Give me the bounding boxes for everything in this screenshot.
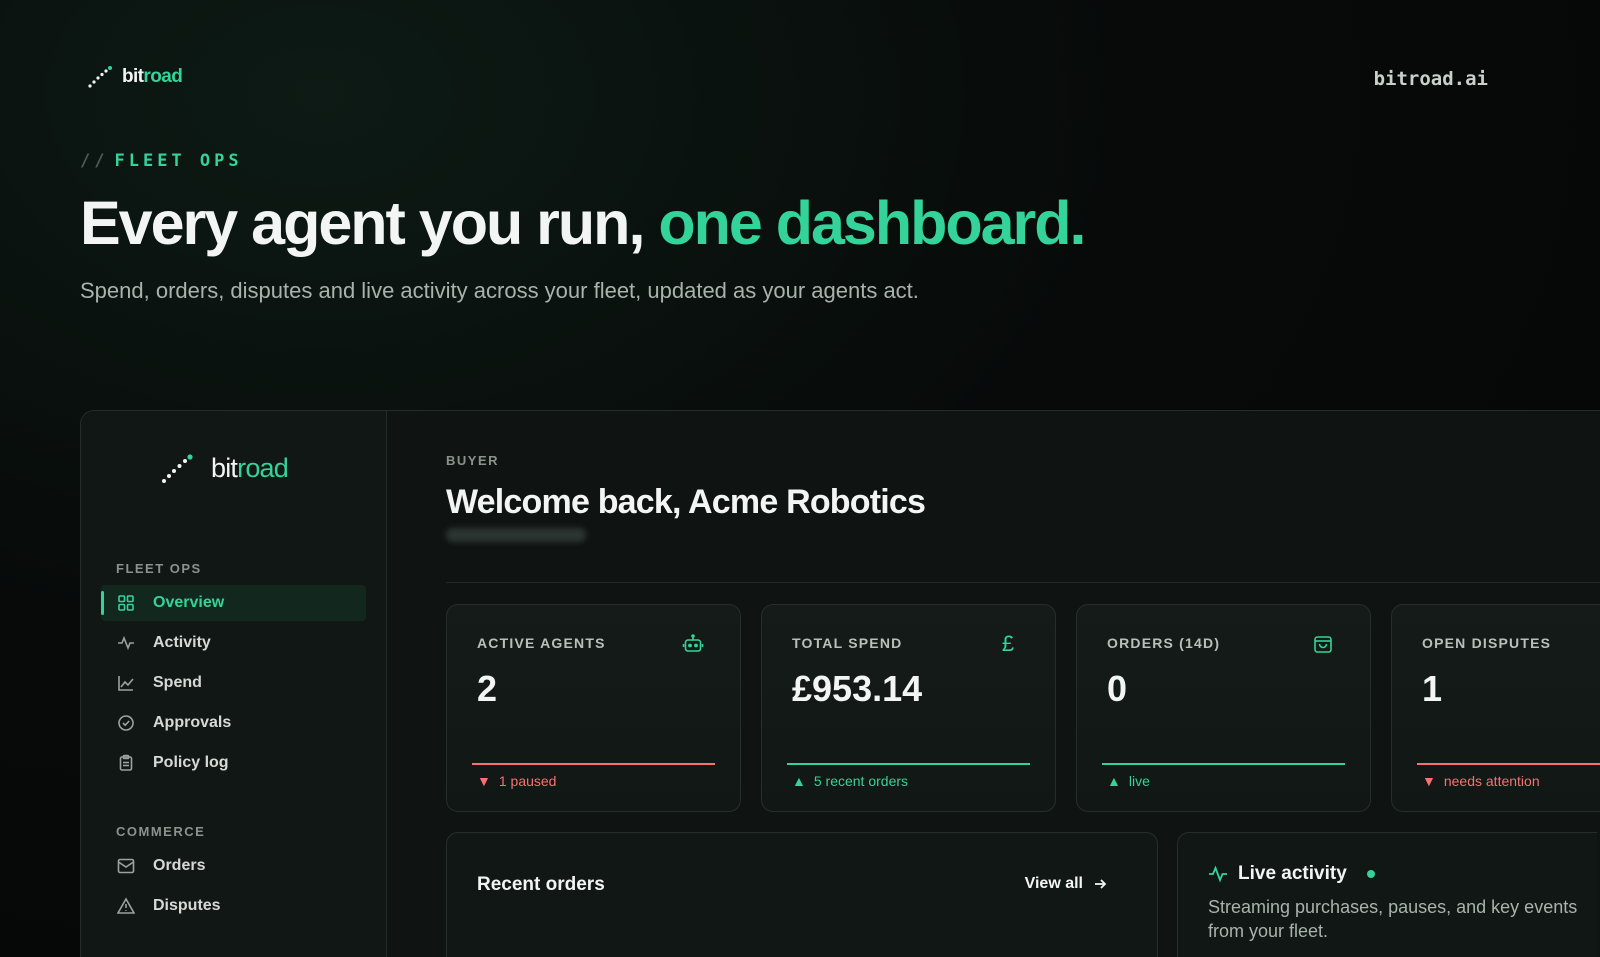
stat-bar xyxy=(787,763,1030,765)
bitroad-logo-icon xyxy=(88,66,112,88)
view-all-link[interactable]: View all xyxy=(1025,875,1107,893)
sidebar: bitroad FLEET OPS Overview Activity Spen… xyxy=(81,411,387,957)
stat-footnote: ▲ live xyxy=(1107,773,1150,789)
stat-value: £953.14 xyxy=(792,668,923,709)
sidebar-item-label: Activity xyxy=(153,634,211,651)
stat-value: 2 xyxy=(477,668,498,709)
fleet-nav: Overview Activity Spend Approvals Policy… xyxy=(101,585,366,785)
panel-title: Recent orders xyxy=(477,874,605,895)
stat-footnote: ▼ needs attention xyxy=(1422,773,1540,789)
sidebar-item-label: Orders xyxy=(153,857,206,874)
sidebar-item-label: Overview xyxy=(153,594,225,611)
stat-label: OPEN DISPUTES xyxy=(1422,635,1552,651)
sidebar-brand[interactable]: bitroad xyxy=(161,453,289,484)
sidebar-item-activity[interactable]: Activity xyxy=(101,625,366,661)
stat-card-open-disputes[interactable]: OPEN DISPUTES 1 ▼ needs attention xyxy=(1391,604,1600,812)
dashboard-preview: bitroad FLEET OPS Overview Activity Spen… xyxy=(80,410,1600,957)
stat-value: 1 xyxy=(1422,668,1443,709)
main-content: BUYER Welcome back, Acme Robotics ACTIVE… xyxy=(387,411,1600,957)
up-arrow-icon: ▲ xyxy=(1107,773,1121,789)
stat-footnote: ▼ 1 paused xyxy=(477,773,557,789)
site-link[interactable]: bitroad.ai xyxy=(1374,68,1488,90)
sidebar-item-overview[interactable]: Overview xyxy=(101,585,366,621)
pulse-icon xyxy=(1209,865,1227,883)
stat-label: TOTAL SPEND xyxy=(792,635,903,651)
stat-card-total-spend[interactable]: TOTAL SPEND £ £953.14 ▲ 5 recent orders xyxy=(761,604,1056,812)
stat-bar xyxy=(472,763,715,765)
bitroad-logo-icon xyxy=(162,453,193,483)
chart-icon xyxy=(118,676,134,691)
inbox-icon xyxy=(117,858,135,874)
live-indicator-dot xyxy=(1366,870,1375,878)
check-circle-icon xyxy=(118,715,134,731)
up-arrow-icon: ▲ xyxy=(792,773,806,789)
sidebar-item-orders[interactable]: Orders xyxy=(101,848,366,884)
sidebar-item-label: Policy log xyxy=(153,754,229,771)
section-label-fleet-ops: FLEET OPS xyxy=(116,561,202,576)
stat-bar xyxy=(1102,763,1345,765)
section-label-commerce: COMMERCE xyxy=(116,824,206,839)
stat-card-orders[interactable]: ORDERS (14D) 0 ▲ live xyxy=(1076,604,1371,812)
stat-card-active-agents[interactable]: ACTIVE AGENTS 2 ▼ 1 paused xyxy=(446,604,741,812)
sidebar-item-label: Spend xyxy=(153,674,202,691)
page-title: Welcome back, Acme Robotics xyxy=(446,483,926,521)
stat-label: ORDERS (14D) xyxy=(1107,635,1221,651)
brand-wordmark: bitroad xyxy=(122,66,183,87)
clipboard-icon xyxy=(119,754,133,771)
recent-orders-panel: Recent orders View all xyxy=(446,832,1158,957)
sidebar-item-disputes[interactable]: Disputes xyxy=(101,888,366,924)
stat-label: ACTIVE AGENTS xyxy=(477,635,606,651)
down-arrow-icon: ▼ xyxy=(477,773,491,789)
live-activity-panel: Live activity Streaming purchases, pause… xyxy=(1177,832,1597,957)
sidebar-item-label: Disputes xyxy=(153,897,221,914)
sidebar-item-spend[interactable]: Spend xyxy=(101,665,366,701)
top-brand[interactable]: bitroad xyxy=(88,66,183,88)
grid-icon xyxy=(118,595,134,611)
arrow-right-icon xyxy=(1095,879,1107,889)
live-activity-description: Streaming purchases, pauses, and key eve… xyxy=(1208,897,1578,941)
pound-icon: £ xyxy=(1001,631,1015,656)
robot-icon xyxy=(682,633,704,655)
stat-value: 0 xyxy=(1107,668,1128,709)
hero-subtitle: Spend, orders, disputes and live activit… xyxy=(80,278,919,303)
blurred-email xyxy=(446,528,586,542)
stat-bar xyxy=(1417,763,1600,765)
warning-icon xyxy=(117,897,135,914)
sidebar-item-label: Approvals xyxy=(153,714,232,731)
hero-title: Every agent you run, one dashboard. xyxy=(80,189,1087,257)
divider xyxy=(446,582,1600,583)
pulse-icon xyxy=(118,635,134,651)
bag-icon xyxy=(1312,633,1334,655)
sidebar-item-approvals[interactable]: Approvals xyxy=(101,705,366,741)
stat-footnote: ▲ 5 recent orders xyxy=(792,773,909,789)
panel-title: Live activity xyxy=(1208,863,1375,885)
sidebar-brand-wordmark: bitroad xyxy=(211,453,289,483)
role-label: BUYER xyxy=(446,453,500,468)
hero-kicker: //FLEET OPS xyxy=(80,151,243,171)
down-arrow-icon: ▼ xyxy=(1422,773,1436,789)
sidebar-item-policy-log[interactable]: Policy log xyxy=(101,745,366,781)
commerce-nav: Orders Disputes xyxy=(101,848,366,928)
